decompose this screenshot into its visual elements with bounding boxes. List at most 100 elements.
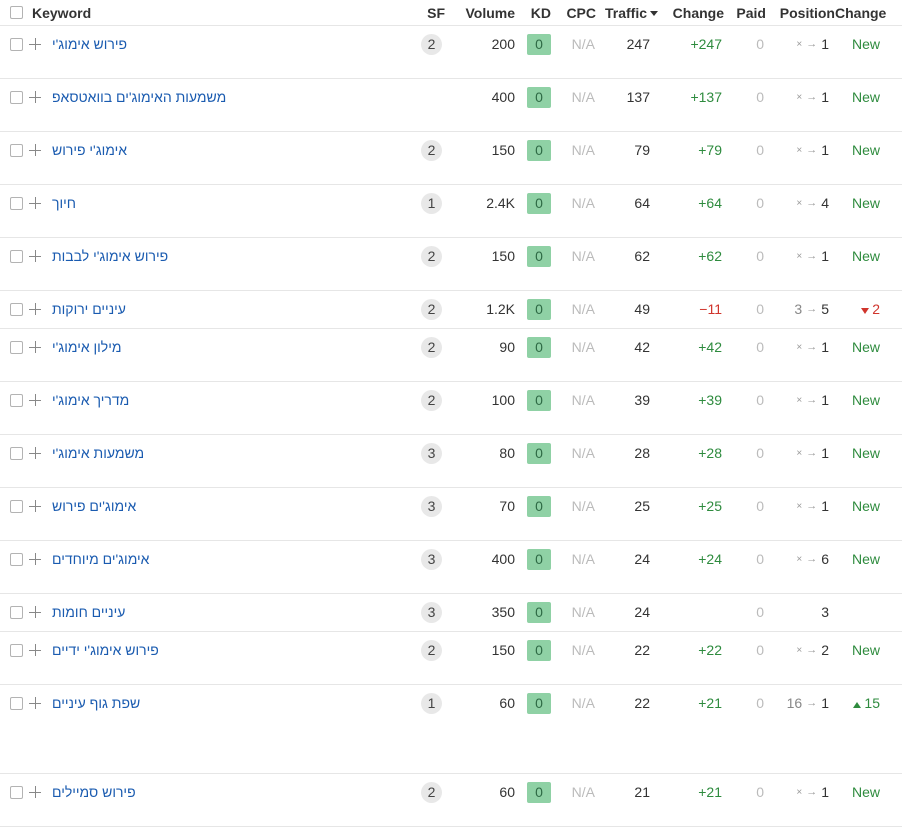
add-keyword-plus-icon[interactable] (29, 91, 41, 103)
header-volume[interactable]: Volume (445, 0, 515, 26)
row-checkbox[interactable] (10, 785, 23, 799)
row-checkbox[interactable] (10, 499, 23, 513)
keyword-link[interactable]: משמעות אימוג'י (52, 445, 144, 461)
serp-features-badge[interactable]: 2 (421, 139, 442, 161)
row-checkbox[interactable] (10, 446, 23, 460)
keyword-link[interactable]: פירוש סמיילים (52, 784, 136, 800)
position-cell: × → 1 (766, 78, 835, 132)
add-keyword-plus-icon[interactable] (29, 394, 41, 406)
keyword-link[interactable]: אימוג'ים מיוחדים (52, 551, 149, 567)
add-keyword-plus-icon[interactable] (29, 644, 41, 656)
header-cpc[interactable]: CPC (551, 0, 596, 26)
keyword-link[interactable]: חיוך (52, 195, 76, 211)
keyword-link[interactable]: מילון אימוג'י (52, 339, 121, 355)
row-checkbox[interactable] (10, 302, 23, 316)
traffic-change-cell: +39 (658, 381, 724, 435)
traffic-value: 49 (634, 301, 650, 317)
row-checkbox[interactable] (10, 552, 23, 566)
keyword-link[interactable]: עיניים חומות (52, 604, 125, 620)
header-sf[interactable]: SF (415, 0, 445, 26)
add-keyword-plus-icon[interactable] (29, 303, 41, 315)
table-row: עיניים ירוקות 2 1.2K 0 N/A 49 −11 0 3 → 5 … (0, 290, 902, 329)
serp-features-badge[interactable]: 2 (421, 781, 442, 803)
select-all-checkbox[interactable] (10, 6, 23, 19)
paid-cell: 0 (724, 328, 766, 382)
row-checkbox[interactable] (10, 340, 23, 354)
serp-features-badge[interactable]: 3 (421, 548, 442, 570)
current-position: 1 (821, 392, 829, 408)
keyword-link[interactable]: אימוג'י פירוש (52, 142, 127, 158)
add-keyword-plus-icon[interactable] (29, 553, 41, 565)
position-change-cell (835, 593, 902, 632)
add-keyword-plus-icon[interactable] (29, 250, 41, 262)
position-new-label: New (851, 784, 880, 800)
add-keyword-plus-icon[interactable] (29, 144, 41, 156)
position-not-ranked-icon: × (796, 644, 803, 656)
serp-features-badge[interactable]: 3 (421, 495, 442, 517)
serp-features-badge[interactable]: 2 (421, 336, 442, 358)
position-change-cell: 15 (835, 684, 902, 774)
keyword-cell: שפת גוף עיניים (0, 684, 415, 774)
keyword-link[interactable]: פירוש אימוג'י לבבות (52, 248, 168, 264)
arrow-right-icon: → (806, 197, 818, 209)
serp-features-badge[interactable]: 2 (421, 298, 442, 320)
row-checkbox[interactable] (10, 90, 23, 104)
add-keyword-plus-icon[interactable] (29, 500, 41, 512)
row-checkbox[interactable] (10, 393, 23, 407)
add-keyword-plus-icon[interactable] (29, 38, 41, 50)
arrow-right-icon: → (806, 91, 818, 103)
keyword-link[interactable]: שפת גוף עיניים (52, 695, 140, 711)
volume-cell: 150 (445, 131, 515, 185)
volume-value: 90 (499, 339, 515, 355)
serp-features-badge[interactable]: 3 (421, 442, 442, 464)
row-checkbox[interactable] (10, 196, 23, 210)
volume-cell: 400 (445, 540, 515, 594)
cpc-cell: N/A (551, 184, 596, 238)
add-keyword-plus-icon[interactable] (29, 606, 41, 618)
header-position[interactable]: Position (766, 0, 835, 26)
serp-features-badge[interactable]: 1 (421, 692, 442, 714)
paid-value: 0 (756, 195, 764, 211)
volume-cell: 150 (445, 631, 515, 685)
keyword-link[interactable]: פירוש אימוג'י (52, 36, 127, 52)
position-change-value: 15 (864, 695, 880, 711)
add-keyword-plus-icon[interactable] (29, 341, 41, 353)
row-checkbox[interactable] (10, 249, 23, 263)
add-keyword-plus-icon[interactable] (29, 447, 41, 459)
arrow-right-icon: → (806, 341, 818, 353)
serp-features-badge[interactable]: 1 (421, 192, 442, 214)
serp-features-badge[interactable]: 3 (421, 601, 442, 623)
keyword-link[interactable]: מדריך אימוג'י (52, 392, 129, 408)
add-keyword-plus-icon[interactable] (29, 197, 41, 209)
serp-features-badge[interactable]: 2 (421, 389, 442, 411)
row-checkbox[interactable] (10, 643, 23, 657)
row-checkbox[interactable] (10, 696, 23, 710)
traffic-cell: 62 (596, 237, 658, 291)
serp-features-badge[interactable]: 2 (421, 245, 442, 267)
header-traffic-change[interactable]: Change (658, 0, 724, 26)
row-checkbox[interactable] (10, 143, 23, 157)
position-not-ranked-icon: × (796, 500, 803, 512)
add-keyword-plus-icon[interactable] (29, 697, 41, 709)
keyword-link[interactable]: עיניים ירוקות (52, 301, 126, 317)
position-cell: × → 1 (766, 328, 835, 382)
traffic-cell: 79 (596, 131, 658, 185)
header-position-change[interactable]: Change (835, 0, 902, 26)
row-checkbox[interactable] (10, 605, 23, 619)
header-keyword-label[interactable]: Keyword (32, 5, 91, 21)
serp-features-badge[interactable]: 2 (421, 33, 442, 55)
keyword-link[interactable]: אימוג'ים פירוש (52, 498, 136, 514)
traffic-change-value: +64 (698, 195, 722, 211)
header-traffic[interactable]: Traffic (596, 0, 658, 26)
header-paid[interactable]: Paid (724, 0, 766, 26)
position-cell: 16 → 1 (766, 684, 835, 774)
keyword-link[interactable]: משמעות האימוג'ים בוואטסאפ (52, 89, 226, 105)
add-keyword-plus-icon[interactable] (29, 786, 41, 798)
header-kd[interactable]: KD (515, 0, 551, 26)
position-cell: × → 1 (766, 434, 835, 488)
row-checkbox[interactable] (10, 37, 23, 51)
kd-badge: 0 (527, 639, 551, 661)
serp-features-badge[interactable]: 2 (421, 639, 442, 661)
keyword-link[interactable]: פירוש אימוג'י ידיים (52, 642, 159, 658)
current-position: 3 (821, 604, 829, 620)
